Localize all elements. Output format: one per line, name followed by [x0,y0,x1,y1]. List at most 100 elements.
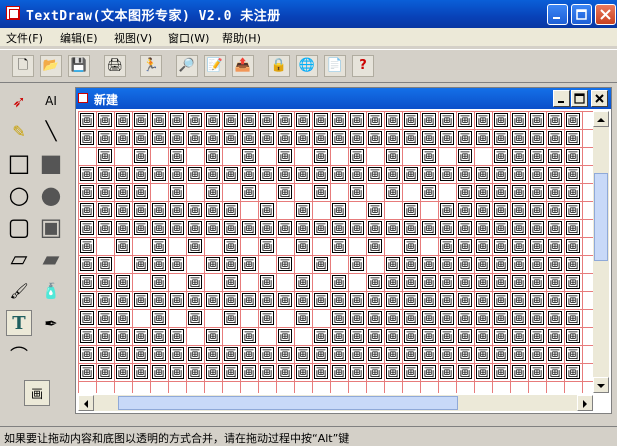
rounded-rect-tool[interactable]: ▢ [6,213,32,241]
maximize-button[interactable] [571,4,592,25]
parallelogram-tool[interactable]: ▱ [6,246,32,272]
grid-cell: 画 [458,347,472,361]
window-title: TextDraw(文本图形专家) V2.0 未注册 [26,9,281,24]
grid-cell: 画 [404,257,418,271]
grid-cell: 画 [566,275,580,289]
grid-cell: 画 [458,131,472,145]
grid-cell: 画 [260,347,274,361]
line-tool[interactable]: ╲ [38,118,64,144]
grid-cell: 画 [494,185,508,199]
horizontal-scrollbar[interactable] [78,395,593,411]
open-icon: 📂 [42,58,60,73]
grid-cell: 画 [278,167,292,181]
grid-cell: 画 [386,149,400,163]
grid-cell: 画 [512,203,526,217]
grid-cell: 画 [224,293,238,307]
drawing-canvas[interactable]: 画画画画画画画画画画画画画画画画画画画画画画画画画画画画画画画画画画画画画画画画… [78,111,593,393]
grid-cell: 画 [368,167,382,181]
menu-file[interactable]: 文件(F) [6,30,43,46]
grid-cell: 画 [116,311,130,325]
export-button[interactable]: 📤 [232,55,254,77]
menu-window[interactable]: 窗口(W) [168,30,209,46]
menu-edit[interactable]: 编辑(E) [60,30,98,46]
grid-cell: 画 [368,329,382,343]
grid-cell: 画 [440,293,454,307]
grid-cell: 画 [548,203,562,217]
grid-cell: 画 [566,221,580,235]
filled-parallelogram-tool[interactable]: ▰ [38,246,64,272]
rectangle-tool[interactable]: □ [6,149,32,177]
grid-cell: 画 [314,257,328,271]
print-button[interactable]: 🖨 [104,55,126,77]
filled-rectangle-tool[interactable]: ■ [38,149,64,177]
grid-cell: 画 [116,167,130,181]
globe-button[interactable]: 🌐 [296,55,318,77]
grid-cell: 画 [548,275,562,289]
grid-cell: 画 [440,365,454,379]
help-button[interactable]: ? [352,55,374,77]
scroll-down-button[interactable] [593,377,609,393]
grid-cell: 画 [98,311,112,325]
minimize-button[interactable] [547,4,568,25]
grid-cell: 画 [296,347,310,361]
horizontal-scroll-thumb[interactable] [118,396,458,410]
grid-cell: 画 [98,221,112,235]
spray-tool[interactable]: 🧴 [38,278,64,304]
run-button[interactable]: 🏃 [140,55,162,77]
save-button[interactable]: 💾 [68,55,90,77]
grid-cell: 画 [440,239,454,253]
grid-cell: 画 [530,185,544,199]
pointer-tool[interactable]: ➶ [6,88,32,114]
grid-cell: 画 [116,113,130,127]
pen-tool[interactable]: ✎ [6,118,32,144]
grid-cell: 画 [566,311,580,325]
grid-cell: 画 [368,203,382,217]
close-button[interactable] [595,4,616,25]
grid-cell: 画 [404,203,418,217]
document-button[interactable]: 📄 [324,55,346,77]
grid-cell: 画 [188,239,202,253]
open-button[interactable]: 📂 [40,55,62,77]
grid-cell: 画 [206,203,220,217]
scroll-right-button[interactable] [577,395,593,411]
filled-rounded-rect-tool[interactable]: ▣ [38,213,64,241]
lock-button[interactable]: 🔒 [268,55,290,77]
grid-cell: 画 [188,167,202,181]
grid-cell: 画 [476,221,490,235]
new-button[interactable]: 🗋 [12,55,34,77]
brush-tool[interactable]: 🖌 [6,278,32,304]
grid-cell: 画 [566,239,580,253]
ellipse-tool[interactable]: ○ [6,181,32,209]
vertical-scrollbar[interactable] [593,111,609,393]
dropper-tool[interactable]: ✒ [38,310,64,336]
grid-cell: 画 [116,329,130,343]
text-tool[interactable]: T [6,310,32,336]
filled-ellipse-tool[interactable]: ● [38,181,64,209]
grid-cell: 画 [242,131,256,145]
grid-cell: 画 [332,329,346,343]
ai-text-tool[interactable]: AI [38,88,64,114]
grid-cell: 画 [260,293,274,307]
grid-cell: 画 [332,239,346,253]
grid-cell: 画 [386,113,400,127]
fill-char-button[interactable]: 画 [24,380,50,406]
grid-cell: 画 [206,221,220,235]
doc-close-button[interactable] [591,90,608,107]
vertical-scroll-thumb[interactable] [594,173,608,261]
grid-cell: 画 [368,239,382,253]
minimize-icon [558,101,564,103]
menu-help[interactable]: 帮助(H) [222,30,261,46]
pointer-icon: ➶ [12,91,26,111]
curve-tool[interactable]: ⌒ [6,342,32,368]
grid-cell: 画 [548,185,562,199]
scroll-up-button[interactable] [593,111,609,127]
grid-cell: 画 [80,113,94,127]
doc-maximize-button[interactable] [571,90,588,107]
replace-button[interactable]: 📝 [204,55,226,77]
scroll-left-button[interactable] [78,395,94,411]
doc-minimize-button[interactable] [553,90,570,107]
find-button[interactable]: 🔎 [176,55,198,77]
menu-view[interactable]: 视图(V) [114,30,152,46]
grid-cell: 画 [170,131,184,145]
grid-cell: 画 [278,347,292,361]
